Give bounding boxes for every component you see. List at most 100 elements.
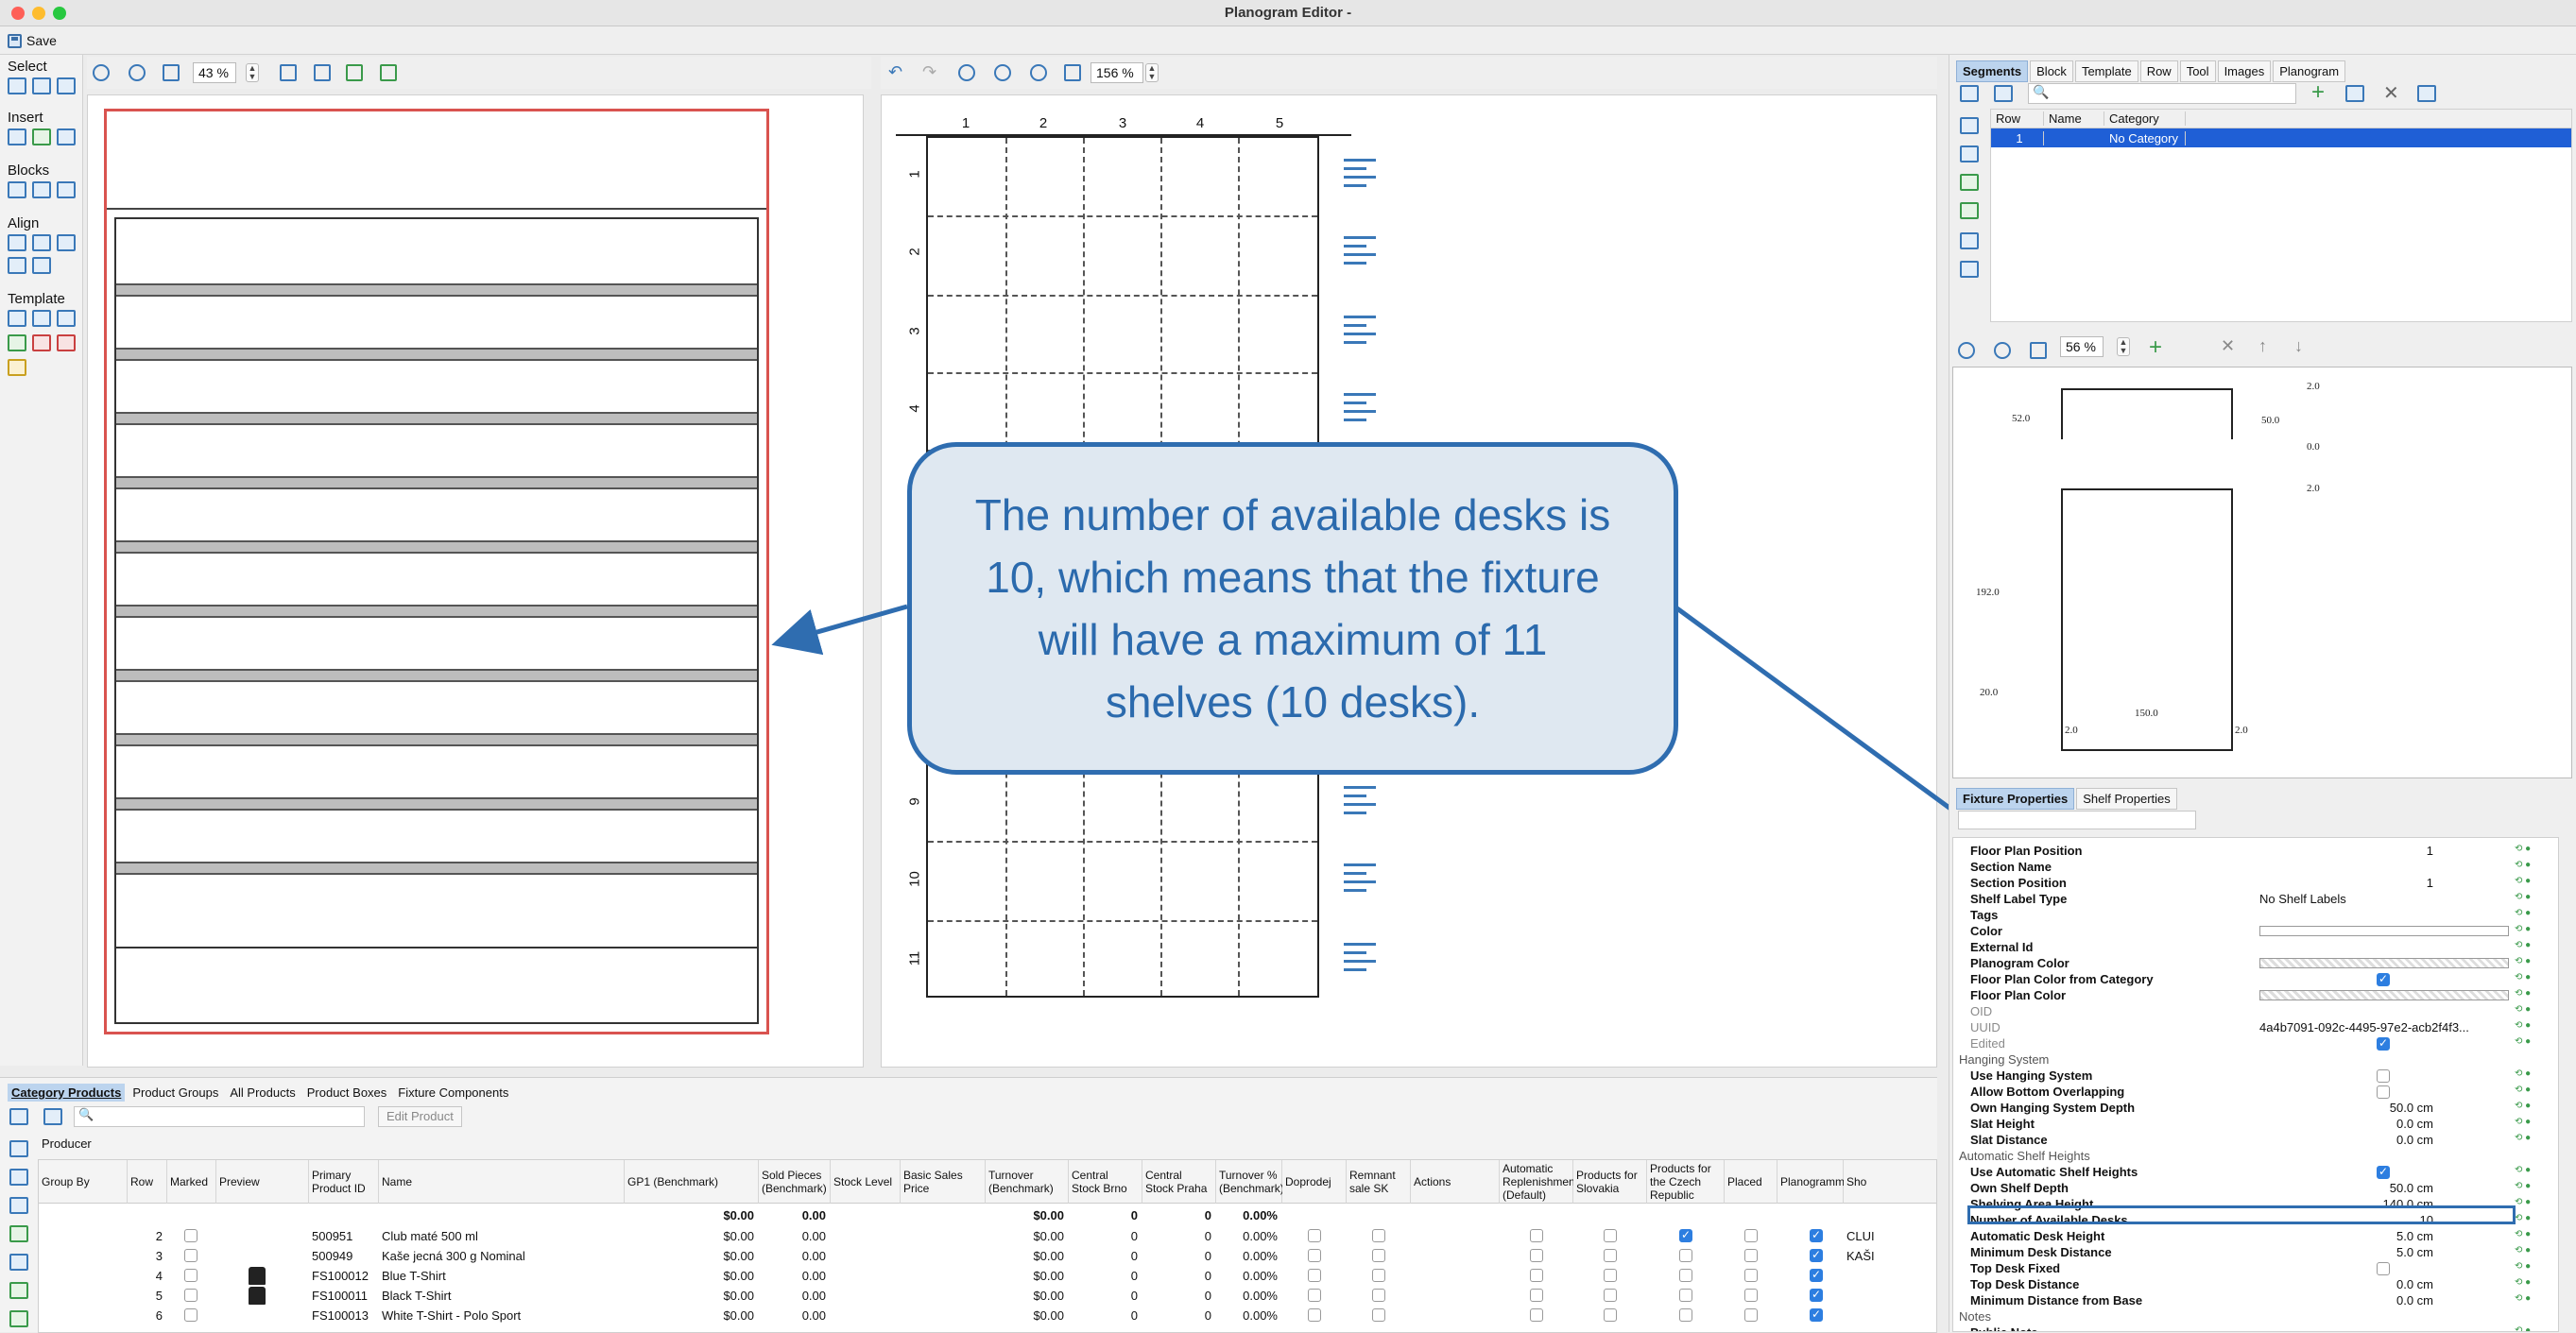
column-header[interactable]: Stock Level [831,1160,901,1204]
reset-icon[interactable]: ⟲ ● [2515,1277,2545,1288]
row-checkbox[interactable] [1604,1229,1617,1242]
property-row[interactable]: Floor Plan Color from Category ⟲ ● [1953,972,2558,988]
side-csv-icon[interactable] [9,1310,28,1327]
side-icon-d[interactable] [9,1225,28,1242]
property-value[interactable]: 0.0 cm [2259,1133,2433,1147]
property-row[interactable]: OID ⟲ ● [1953,1004,2558,1020]
property-row[interactable]: Own Hanging System Depth 50.0 cm ⟲ ● [1953,1101,2558,1117]
reset-icon[interactable]: ⟲ ● [2515,1213,2545,1223]
row-checkbox[interactable] [1372,1249,1385,1262]
tab-fixture-components[interactable]: Fixture Components [394,1084,512,1102]
tab-all-products[interactable]: All Products [226,1084,299,1102]
row-checkbox-checked[interactable] [1810,1288,1823,1302]
preview-zoom-stepper[interactable]: ▲ ▼ [2117,337,2130,356]
property-row[interactable]: Slat Height 0.0 cm ⟲ ● [1953,1117,2558,1133]
reset-icon[interactable]: ⟲ ● [2515,940,2545,950]
reset-icon[interactable]: ⟲ ● [2515,1181,2545,1191]
tab-product-boxes[interactable]: Product Boxes [303,1084,391,1102]
property-row[interactable]: Shelf Label Type No Shelf Labels ⟲ ● [1953,892,2558,908]
row-checkbox[interactable] [1308,1308,1321,1322]
reset-icon[interactable]: ⟲ ● [2515,1165,2545,1175]
property-checkbox[interactable] [2377,1085,2390,1099]
row-checkbox[interactable] [1530,1289,1543,1302]
property-value[interactable]: 0.0 cm [2259,1117,2433,1131]
property-value[interactable]: 1 [2259,844,2433,858]
property-row[interactable]: Automatic Shelf Heights [1953,1149,2558,1165]
side-icon-2[interactable] [1960,145,1979,162]
products-search-input[interactable]: 🔍 [74,1106,365,1127]
side-icon-a[interactable] [9,1140,28,1157]
tab-product-groups[interactable]: Product Groups [129,1084,222,1102]
group-by-chip[interactable]: Producer [42,1136,92,1151]
row-checkbox[interactable] [1679,1308,1692,1322]
zoom-in-icon[interactable] [1958,342,1975,359]
property-row[interactable]: Tags ⟲ ● [1953,908,2558,924]
property-value[interactable]: 4a4b7091-092c-4495-97e2-acb2f4f3... [2259,1020,2505,1034]
tab-row[interactable]: Row [2139,60,2178,82]
property-value[interactable]: 50.0 cm [2259,1101,2433,1115]
product-name[interactable]: Blue T-Shirt [379,1266,621,1286]
column-header[interactable]: Marked [167,1160,216,1204]
side-excel-icon[interactable] [9,1282,28,1299]
row-checkbox[interactable] [1604,1308,1617,1322]
property-row[interactable]: Top Desk Fixed ⟲ ● [1953,1261,2558,1277]
property-row[interactable]: Automatic Desk Height 5.0 cm ⟲ ● [1953,1229,2558,1245]
row-checkbox[interactable] [1308,1249,1321,1262]
row-checkbox-checked[interactable] [1679,1228,1692,1242]
column-header[interactable]: Planogramming [1777,1160,1860,1204]
property-value[interactable]: 50.0 cm [2259,1181,2433,1195]
row-checkbox[interactable] [1530,1308,1543,1322]
column-header[interactable]: Central Stock Brno [1069,1160,1142,1204]
side-icon-5[interactable] [1960,232,1979,249]
segment-row[interactable]: 1 No Category [1991,128,2571,147]
column-header[interactable]: Preview [216,1160,309,1204]
tab-shelf-properties[interactable]: Shelf Properties [2076,788,2177,810]
property-value[interactable]: 5.0 cm [2259,1245,2433,1259]
zoom-out-icon[interactable] [1994,342,2011,359]
property-row[interactable]: Own Shelf Depth 50.0 cm ⟲ ● [1953,1181,2558,1197]
column-header[interactable]: Turnover % (Benchmark) [1216,1160,1284,1204]
chart-icon[interactable] [1960,261,1979,278]
column-header[interactable]: Products for the Czech Republic [1647,1160,1725,1204]
reset-icon[interactable]: ⟲ ● [2515,876,2545,886]
row-checkbox[interactable] [1604,1289,1617,1302]
column-header[interactable]: Sho [1844,1160,1936,1204]
property-checkbox[interactable] [2377,972,2390,986]
duplicate-icon[interactable] [2345,85,2364,102]
property-checkbox[interactable] [2377,1165,2390,1179]
reset-icon[interactable]: ⟲ ● [2515,1133,2545,1143]
property-value[interactable]: 5.0 cm [2259,1229,2433,1243]
tab-fixture-properties[interactable]: Fixture Properties [1956,788,2075,810]
reset-icon[interactable]: ⟲ ● [2515,1261,2545,1272]
row-checkbox[interactable] [1744,1289,1758,1302]
delete-icon[interactable]: ✕ [2383,81,2399,105]
row-checkbox[interactable] [1372,1229,1385,1242]
reset-icon[interactable]: ⟲ ● [2515,1293,2545,1304]
property-row[interactable]: Notes [1953,1309,2558,1325]
reset-icon[interactable]: ⟲ ● [2515,1101,2545,1111]
add-icon[interactable]: + [2149,334,2162,361]
row-checkbox[interactable] [1530,1249,1543,1262]
segment-search-input[interactable]: 🔍 [2028,83,2296,104]
reset-icon[interactable]: ⟲ ● [2515,988,2545,999]
product-name[interactable]: Club maté 500 ml [379,1226,621,1246]
color-swatch[interactable] [2259,990,2509,1000]
reset-icon[interactable]: ⟲ ● [2515,1117,2545,1127]
property-row[interactable]: Minimum Desk Distance 5.0 cm ⟲ ● [1953,1245,2558,1261]
property-value[interactable]: 0.0 cm [2259,1277,2433,1291]
products-table[interactable]: Group By Row Marked Preview Primary Product … [38,1159,1937,1333]
row-checkbox[interactable] [1604,1269,1617,1282]
color-swatch[interactable] [2259,958,2509,968]
reset-icon[interactable]: ⟲ ● [2515,924,2545,934]
reset-icon[interactable]: ⟲ ● [2515,1229,2545,1239]
product-name[interactable]: White T-Shirt - Polo Sport [379,1306,621,1325]
property-row[interactable]: Use Automatic Shelf Heights ⟲ ● [1953,1165,2558,1181]
move-down-icon[interactable]: ↓ [2294,336,2303,356]
tab-segments[interactable]: Segments [1956,60,2029,82]
row-checkbox[interactable] [1308,1289,1321,1302]
tab-template[interactable]: Template [2074,60,2138,82]
reset-icon[interactable]: ⟲ ● [2515,860,2545,870]
reset-icon[interactable]: ⟲ ● [2515,1085,2545,1095]
row-checkbox[interactable] [1308,1229,1321,1242]
segment-select-icon[interactable] [1960,85,1979,102]
